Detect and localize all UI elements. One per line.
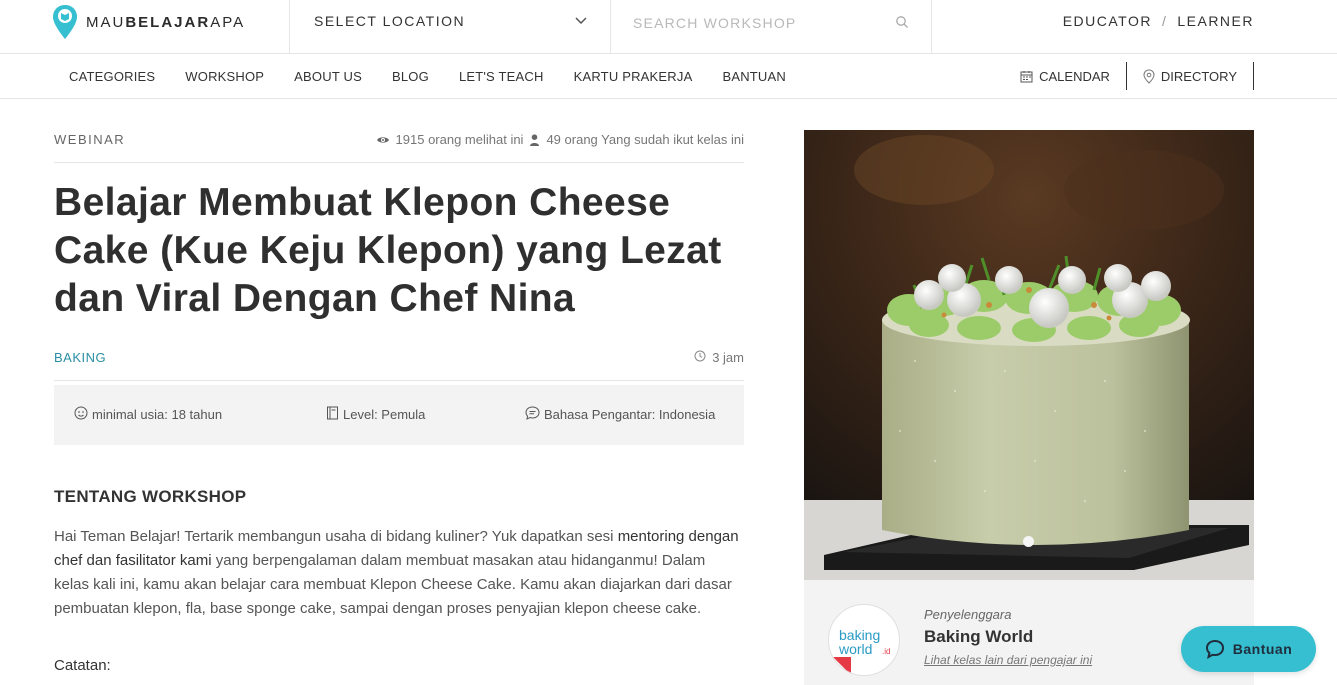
directory-label: DIRECTORY — [1160, 68, 1237, 84]
language-label: Bahasa Pengantar: Indonesia — [544, 407, 716, 422]
search-box — [611, 0, 932, 54]
chat-bubble-icon — [525, 406, 540, 423]
logo-pin-icon — [52, 4, 78, 40]
role-separator: / — [1161, 13, 1168, 29]
eye-icon — [376, 135, 390, 145]
language-info: Bahasa Pengantar: Indonesia — [525, 406, 715, 423]
nav-item-about-us[interactable]: ABOUT US — [279, 69, 377, 84]
user-icon — [529, 133, 540, 146]
nav-item-bantuan[interactable]: BANTUAN — [707, 69, 801, 84]
location-label: SELECT LOCATION — [314, 13, 466, 29]
carousel-dot[interactable] — [1023, 536, 1034, 547]
joined-count: 49 orang Yang sudah ikut kelas ini — [546, 132, 744, 147]
workshop-image[interactable] — [804, 130, 1254, 580]
workshop-description: Hai Teman Belajar! Tertarik membangun us… — [54, 528, 739, 617]
calendar-icon — [1020, 70, 1033, 82]
min-age-info: minimal usia: 18 tahun — [74, 406, 222, 423]
top-header: MAUBELAJARAPA SELECT LOCATION EDUCATOR /… — [0, 0, 1337, 54]
nav-item-kartu-prakerja[interactable]: KARTU PRAKERJA — [559, 69, 708, 84]
min-age-label: minimal usia: 18 tahun — [92, 407, 223, 422]
organizer-logo-suffix: .id — [882, 647, 890, 656]
views-count: 1915 orang melihat ini — [395, 132, 524, 147]
level-label: Level: Pemula — [343, 407, 426, 422]
nav-item-lets-teach[interactable]: LET'S TEACH — [444, 69, 559, 84]
location-select[interactable]: SELECT LOCATION — [289, 0, 611, 54]
calendar-link[interactable]: CALENDAR — [1004, 62, 1127, 90]
map-pin-icon — [1143, 68, 1155, 84]
workshop-info-box: minimal usia: 18 tahun Level: Pemula Bah… — [54, 385, 744, 445]
chevron-down-icon — [574, 14, 588, 28]
calendar-label: CALENDAR — [1039, 68, 1110, 84]
organizer-other-classes-link[interactable]: Lihat kelas lain dari pengajar ini — [924, 653, 1092, 667]
help-button[interactable]: Bantuan — [1181, 626, 1316, 672]
divider — [54, 162, 744, 163]
book-icon — [326, 406, 339, 423]
organizer-logo[interactable]: baking world .id — [828, 604, 900, 676]
divider — [54, 380, 744, 381]
search-input[interactable] — [633, 12, 893, 34]
workshop-duration: 3 jam — [694, 350, 744, 365]
help-label: Bantuan — [1232, 641, 1293, 657]
workshop-stats: 1915 orang melihat ini 49 orang Yang sud… — [376, 132, 744, 147]
workshop-title: Belajar Membuat Klepon Cheese Cake (Kue … — [54, 181, 722, 320]
organizer-logo-line2: world — [838, 641, 872, 657]
organizer-name[interactable]: Baking World — [924, 627, 1033, 647]
nav-item-blog[interactable]: BLOG — [377, 69, 444, 84]
logo-text: MAUBELAJARAPA — [86, 13, 246, 31]
workshop-type: WEBINAR — [54, 132, 126, 147]
age-icon — [74, 406, 88, 423]
category-row: BAKING 3 jam — [54, 348, 744, 368]
organizer-caption: Penyelenggara — [924, 607, 1012, 622]
about-workshop-title: TENTANG WORKSHOP — [54, 487, 247, 506]
educator-link[interactable]: EDUCATOR — [1063, 13, 1152, 29]
site-logo[interactable]: MAUBELAJARAPA — [52, 4, 245, 40]
workshop-meta: WEBINAR 1915 orang melihat ini 49 orang … — [54, 130, 744, 150]
main-nav: CATEGORIES WORKSHOP ABOUT US BLOG LET'S … — [0, 54, 1337, 99]
nav-item-categories[interactable]: CATEGORIES — [54, 69, 170, 84]
learner-link[interactable]: LEARNER — [1177, 13, 1254, 29]
clock-icon — [694, 350, 706, 365]
user-role-links: EDUCATOR / LEARNER — [1063, 13, 1254, 29]
nav-item-workshop[interactable]: WORKSHOP — [170, 69, 279, 84]
chat-icon — [1205, 639, 1224, 659]
note-label: Catatan: — [54, 657, 111, 674]
level-info: Level: Pemula — [326, 406, 425, 423]
workshop-category[interactable]: BAKING — [54, 350, 106, 365]
directory-link[interactable]: DIRECTORY — [1127, 62, 1254, 90]
search-icon[interactable] — [895, 15, 909, 29]
duration-value: 3 jam — [712, 350, 744, 365]
